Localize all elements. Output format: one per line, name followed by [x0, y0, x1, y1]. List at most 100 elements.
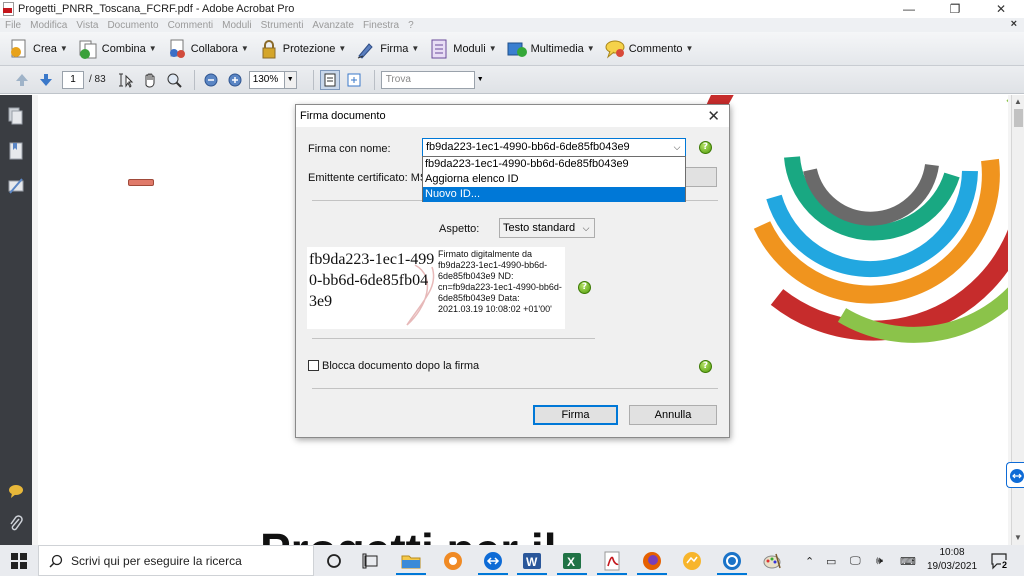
next-page-icon[interactable] [36, 70, 56, 90]
document-heading: Progetti per il [260, 523, 556, 545]
taskbar-search-box[interactable]: Scrivi qui per eseguire la ricerca [38, 545, 314, 576]
dropdown-option[interactable]: Aggiorna elenco ID [423, 172, 685, 187]
task-combina[interactable]: Combina ▼ [77, 38, 157, 60]
certificate-issuer-label: Emittente certificato: MS-O [308, 172, 440, 184]
navigation-panel [0, 95, 32, 545]
scroll-up-icon[interactable]: ▲ [1014, 97, 1022, 106]
excel-icon[interactable]: X [562, 551, 582, 571]
zoom-in-icon[interactable] [225, 70, 245, 90]
menu-finestra[interactable]: Finestra [363, 20, 399, 31]
acrobat-icon[interactable] [602, 551, 622, 571]
page-number-input[interactable]: 1 [62, 70, 84, 89]
menu-commenti[interactable]: Commenti [168, 20, 214, 31]
volume-icon[interactable]: 🕪 [876, 555, 883, 568]
task-multimedia[interactable]: Multimedia ▼ [506, 38, 595, 60]
menu-modifica[interactable]: Modifica [30, 20, 67, 31]
active-indicator [637, 573, 667, 575]
menu-help[interactable]: ? [408, 20, 414, 31]
help-icon[interactable]: ? [699, 141, 712, 154]
chevron-down-icon: ▼ [338, 44, 347, 53]
notification-center-icon[interactable]: 2 [990, 551, 1010, 571]
task-commento[interactable]: Commento ▼ [604, 38, 693, 60]
chevron-down-icon: ▼ [240, 44, 249, 53]
close-document-button[interactable]: × [1011, 18, 1017, 30]
comment-icon [604, 38, 626, 60]
firefox-icon[interactable] [642, 551, 662, 571]
signatures-icon[interactable] [8, 177, 24, 195]
windows-start-icon[interactable] [0, 545, 38, 576]
navigation-toolbar: 1 / 83 130% ▼ Trova ▼ [0, 66, 1024, 94]
show-hidden-icons-icon[interactable]: ⌃ [805, 555, 814, 568]
comments-panel-icon[interactable] [8, 483, 24, 501]
appearance-select[interactable]: Testo standard ⌵ [499, 218, 595, 238]
app-blue-icon[interactable] [722, 551, 742, 571]
select-text-icon[interactable] [116, 70, 136, 90]
app-orange-icon[interactable] [443, 551, 463, 571]
chevron-down-icon[interactable]: ▼ [284, 70, 297, 89]
active-indicator [557, 573, 587, 575]
clock-time: 10:08 [939, 547, 965, 558]
sign-as-dropdown-list: fb9da223-1ec1-4990-bb6d-6de85fb043e9 Agg… [422, 156, 686, 202]
help-icon[interactable]: ? [699, 360, 712, 373]
app-yellow-icon[interactable] [682, 551, 702, 571]
collaborate-icon [166, 38, 188, 60]
task-view-icon[interactable] [361, 551, 381, 571]
certificate-info-button[interactable] [685, 167, 717, 187]
file-explorer-icon[interactable] [401, 551, 421, 571]
hand-tool-icon[interactable] [140, 70, 160, 90]
task-crea[interactable]: Crea ▼ [8, 38, 68, 60]
dialog-title-bar: Firma documento ✕ [296, 105, 729, 127]
system-clock[interactable]: 10:08 19/03/2021 [922, 546, 982, 574]
close-window-button[interactable]: ✕ [978, 0, 1024, 18]
menu-strumenti[interactable]: Strumenti [261, 20, 304, 31]
task-firma[interactable]: Firma ▼ [355, 38, 419, 60]
full-screen-icon[interactable] [344, 70, 364, 90]
zoom-level-input[interactable]: 130% [248, 70, 285, 89]
task-protezione[interactable]: Protezione ▼ [258, 38, 347, 60]
toolbar-separator [373, 69, 375, 90]
task-moduli[interactable]: Moduli ▼ [428, 38, 497, 60]
menu-documento[interactable]: Documento [107, 20, 158, 31]
previous-page-icon[interactable] [12, 70, 32, 90]
dropdown-option[interactable]: fb9da223-1ec1-4990-bb6d-6de85fb043e9 [423, 157, 685, 172]
menu-moduli[interactable]: Moduli [222, 20, 251, 31]
zoom-out-icon[interactable] [201, 70, 221, 90]
active-indicator [396, 573, 426, 575]
scrollbar-thumb[interactable] [1014, 109, 1023, 127]
active-indicator [478, 573, 508, 575]
cancel-button[interactable]: Annulla [629, 405, 717, 425]
menu-file[interactable]: File [5, 20, 21, 31]
sign-as-select[interactable]: fb9da223-1ec1-4990-bb6d-6de85fb043e9 ⌵ [422, 138, 686, 157]
network-icon[interactable]: 🖵 [850, 555, 861, 568]
chevron-down-icon: ▼ [148, 44, 157, 53]
help-icon[interactable]: ? [578, 281, 591, 294]
window-controls: — ❐ ✕ [886, 0, 1024, 18]
input-method-icon[interactable]: ⌨ [900, 555, 916, 568]
word-icon[interactable]: W [522, 551, 542, 571]
dropdown-option-selected[interactable]: Nuovo ID... [423, 187, 685, 202]
dialog-title: Firma documento [300, 110, 386, 122]
menu-vista[interactable]: Vista [76, 20, 98, 31]
sign-button[interactable]: Firma [533, 405, 618, 425]
lock-document-checkbox[interactable] [308, 360, 319, 371]
find-input[interactable]: Trova [380, 70, 475, 89]
scroll-down-icon[interactable]: ▼ [1014, 533, 1022, 542]
restore-button[interactable]: ❐ [932, 0, 978, 18]
teamviewer-side-icon[interactable] [1006, 462, 1024, 488]
battery-icon[interactable]: ▭ [826, 555, 836, 568]
fit-page-icon[interactable] [319, 69, 340, 90]
attachments-icon[interactable] [8, 515, 24, 533]
task-toolbar: Crea ▼ Combina ▼ Collabora ▼ Protezione ▼ Fi… [0, 32, 1024, 66]
pages-icon[interactable] [8, 107, 24, 125]
zoom-tool-icon[interactable] [164, 70, 184, 90]
chevron-down-icon[interactable]: ▼ [477, 71, 487, 89]
menu-avanzate[interactable]: Avanzate [312, 20, 354, 31]
page-total: / 83 [89, 74, 106, 85]
task-collabora[interactable]: Collabora ▼ [166, 38, 249, 60]
close-icon[interactable]: ✕ [707, 107, 720, 125]
teamviewer-icon[interactable] [483, 551, 503, 571]
minimize-button[interactable]: — [886, 0, 932, 18]
cortana-icon[interactable] [324, 551, 344, 571]
bookmarks-icon[interactable] [8, 142, 24, 160]
paint-icon[interactable] [762, 551, 782, 571]
